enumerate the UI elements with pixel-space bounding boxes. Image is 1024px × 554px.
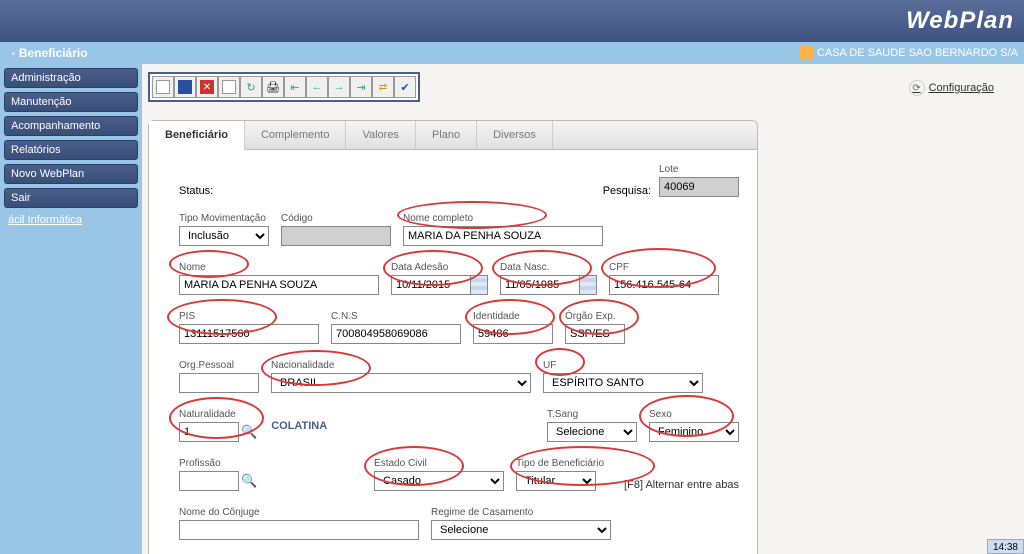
cpf-label: CPF [609,262,719,273]
nome-field[interactable] [179,275,379,295]
breadcrumb: Beneficiário [4,42,88,64]
tipo-label: Tipo Movimentação [179,213,269,224]
pis-label: PIS [179,311,319,322]
sidebar-item-sair[interactable]: Sair [4,188,138,208]
form-body: Status: Pesquisa: Lote Tipo Movimentação… [149,150,757,554]
nacionalidade-select[interactable]: BRASIL [271,373,531,393]
subheader: Beneficiário CASA DE SAUDE SAO BERNARDO … [0,42,1024,64]
app-header: WebPlan [0,0,1024,42]
sidebar-item-administracao[interactable]: Administração [4,68,138,88]
prev-icon[interactable]: ← [306,76,328,98]
tsang-label: T.Sang [547,409,637,420]
nome-completo-label: Nome completo [403,213,603,224]
status-time: 14:38 [987,539,1024,554]
new-icon[interactable] [152,76,174,98]
naturalidade-field[interactable] [179,422,239,442]
tab-plano[interactable]: Plano [416,121,477,149]
tipo-select[interactable]: Inclusão [179,226,269,246]
naturalidade-label: Naturalidade [179,409,257,420]
regime-label: Regime de Casamento [431,507,611,518]
main-area: ✕ ↻ 🖨 ⇤ ← → ⇥ ⇄ ✔ Configuração Beneficiá… [142,64,1024,554]
tab-beneficiario[interactable]: Beneficiário [149,121,245,150]
identidade-label: Identidade [473,311,553,322]
sidebar-link-informatica[interactable]: ácil Informática [4,212,138,228]
app-title: WebPlan [906,7,1014,35]
cpf-field[interactable] [609,275,719,295]
calendar-icon[interactable] [470,275,488,295]
lote-label: Lote [659,164,739,175]
save-icon[interactable] [174,76,196,98]
first-icon[interactable]: ⇤ [284,76,306,98]
tsang-select[interactable]: Selecione [547,422,637,442]
sidebar-item-acompanhamento[interactable]: Acompanhamento [4,116,138,136]
tab-diversos[interactable]: Diversos [477,121,553,149]
cns-label: C.N.S [331,311,461,322]
form-panel: Beneficiário Complemento Valores Plano D… [148,120,758,554]
last-icon[interactable]: ⇥ [350,76,372,98]
data-nasc-field[interactable] [500,275,580,295]
regime-select[interactable]: Selecione [431,520,611,540]
tab-complemento[interactable]: Complemento [245,121,346,149]
conjuge-field[interactable] [179,520,419,540]
print-icon[interactable]: 🖨 [262,76,284,98]
orgao-exp-label: Órgão Exp. [565,311,625,322]
profissao-field[interactable] [179,471,239,491]
uf-label: UF [543,360,703,371]
estado-civil-select[interactable]: Casado [374,471,504,491]
nacionalidade-label: Nacionalidade [271,360,531,371]
pesquisa-label: Pesquisa: [603,185,651,197]
sidebar-item-relatorios[interactable]: Relatórios [4,140,138,160]
tab-bar: Beneficiário Complemento Valores Plano D… [149,121,757,150]
nome-label: Nome [179,262,379,273]
profissao-label: Profissão [179,458,257,469]
lote-field[interactable] [659,177,739,197]
hint-f8: [F8] Alternar entre abas [624,479,739,491]
org-pessoal-field[interactable] [179,373,259,393]
config-link[interactable]: Configuração [909,80,994,96]
sidebar: Administração Manutenção Acompanhamento … [0,64,142,554]
copy-icon[interactable] [218,76,240,98]
identidade-field[interactable] [473,324,553,344]
tab-valores[interactable]: Valores [346,121,415,149]
delete-icon[interactable]: ✕ [196,76,218,98]
lookup-icon[interactable]: 🔍 [241,473,257,489]
uf-select[interactable]: ESPÍRITO SANTO [543,373,703,393]
tipo-benef-label: Tipo de Beneficiário [516,458,604,469]
confirm-icon[interactable]: ✔ [394,76,416,98]
lookup-icon[interactable]: 🔍 [241,424,257,440]
naturalidade-lookup-text: COLATINA [271,420,327,432]
pis-field[interactable] [179,324,319,344]
toolbar: ✕ ↻ 🖨 ⇤ ← → ⇥ ⇄ ✔ [148,72,420,102]
sidebar-item-manutencao[interactable]: Manutenção [4,92,138,112]
codigo-label: Código [281,213,391,224]
next-icon[interactable]: → [328,76,350,98]
org-pessoal-label: Org.Pessoal [179,360,259,371]
orgao-exp-field[interactable] [565,324,625,344]
sidebar-item-novo-webplan[interactable]: Novo WebPlan [4,164,138,184]
status-label: Status: [179,185,213,197]
org-icon [799,46,813,60]
nome-completo-field[interactable] [403,226,603,246]
cns-field[interactable] [331,324,461,344]
org-label: CASA DE SAUDE SAO BERNARDO S/A [799,46,1018,60]
data-nasc-label: Data Nasc. [500,262,597,273]
data-adesao-field[interactable] [391,275,471,295]
codigo-field[interactable] [281,226,391,246]
data-adesao-label: Data Adesão [391,262,488,273]
conjuge-label: Nome do Cônjuge [179,507,419,518]
refresh-icon[interactable]: ↻ [240,76,262,98]
sexo-label: Sexo [649,409,739,420]
transfer-icon[interactable]: ⇄ [372,76,394,98]
calendar-icon[interactable] [579,275,597,295]
sexo-select[interactable]: Feminino [649,422,739,442]
tipo-benef-select[interactable]: Titular [516,471,596,491]
estado-civil-label: Estado Civil [374,458,504,469]
